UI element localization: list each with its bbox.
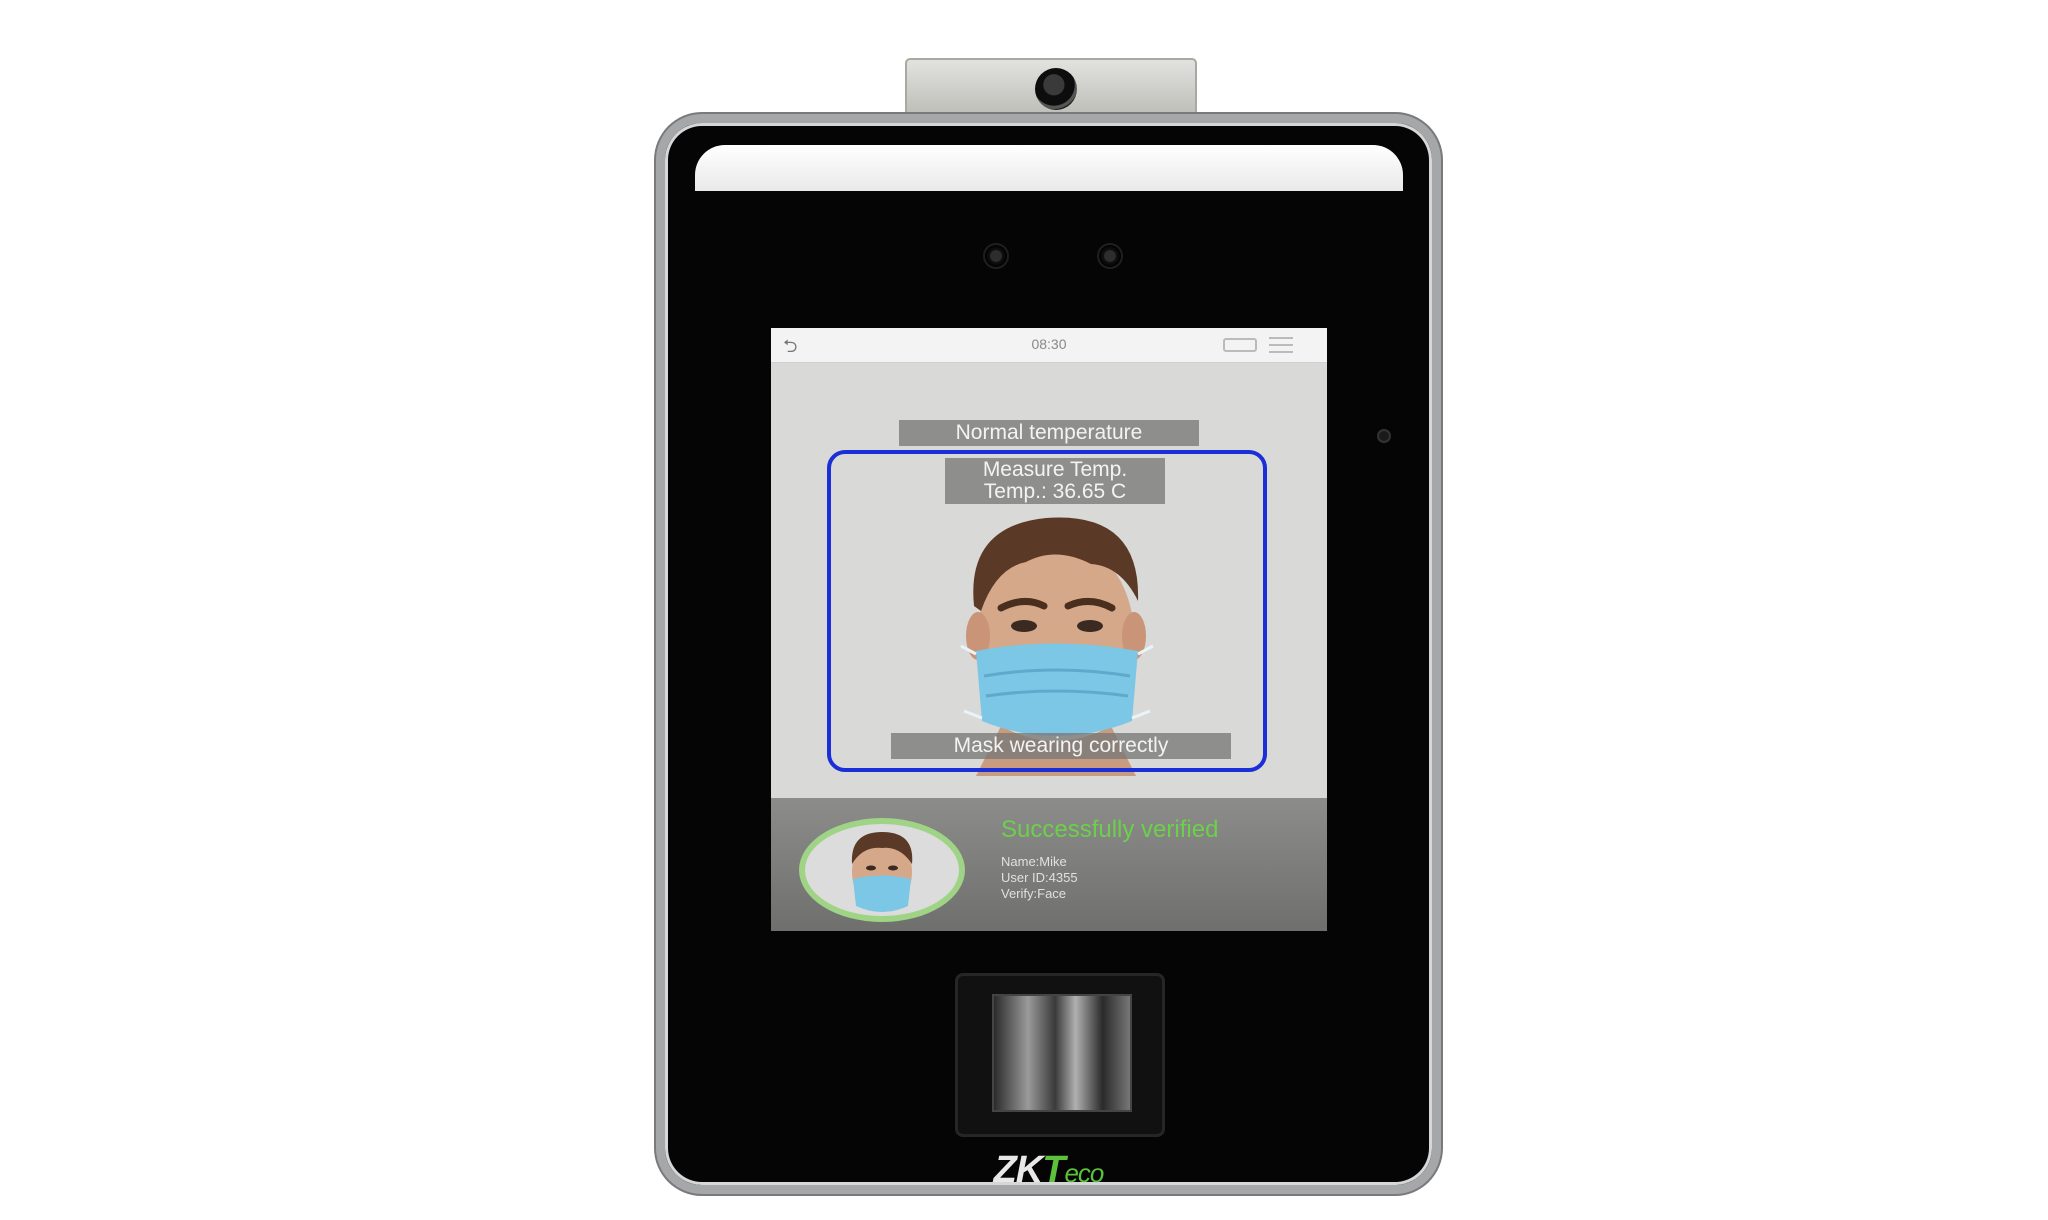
verification-result: Successfully verified bbox=[1001, 816, 1219, 843]
light-bar bbox=[695, 145, 1403, 191]
avatar bbox=[799, 818, 965, 922]
verification-panel: Successfully verified Name:Mike User ID:… bbox=[771, 798, 1327, 931]
fingerprint-sensor-icon[interactable] bbox=[992, 994, 1132, 1112]
access-terminal: ⮌ 08:30 Normal temperature Measure Temp.… bbox=[656, 114, 1441, 1194]
temp-value: Temp.: 36.65 C bbox=[983, 480, 1127, 503]
touch-screen[interactable]: ⮌ 08:30 Normal temperature Measure Temp.… bbox=[771, 328, 1327, 931]
thermal-lens-icon bbox=[1035, 68, 1077, 110]
fingerprint-reader[interactable] bbox=[955, 973, 1165, 1137]
ir-camera-left-icon bbox=[983, 243, 1009, 269]
user-id: User ID:4355 bbox=[1001, 870, 1078, 885]
light-sensor-icon bbox=[1377, 429, 1391, 443]
temperature-status: Normal temperature bbox=[899, 420, 1199, 446]
verify-mode: Verify:Face bbox=[1001, 886, 1067, 901]
menu-icon[interactable] bbox=[1269, 337, 1293, 353]
ir-camera-right-icon bbox=[1097, 243, 1123, 269]
thermal-camera-module bbox=[905, 58, 1197, 118]
mask-status: Mask wearing correctly bbox=[891, 733, 1231, 759]
measure-label: Measure Temp. bbox=[982, 458, 1128, 481]
temperature-readout: Measure Temp. Temp.: 36.65 C bbox=[945, 458, 1165, 504]
status-bar: ⮌ 08:30 bbox=[771, 328, 1327, 363]
user-name: Name:Mike bbox=[1001, 854, 1067, 869]
network-icon bbox=[1223, 338, 1257, 352]
brand-logo: ZKTeco bbox=[993, 1149, 1105, 1191]
